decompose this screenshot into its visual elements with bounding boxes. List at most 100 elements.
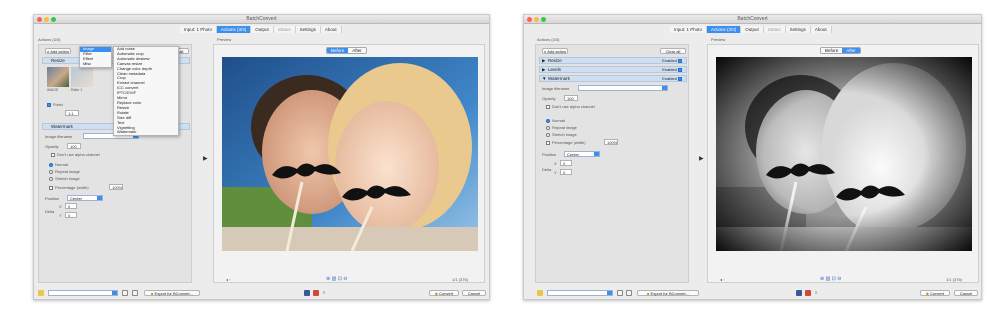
- tab-actions[interactable]: Actions (3/3): [217, 26, 252, 33]
- left-window: BatchConvert Input: 1 Photo Actions (3/3…: [33, 14, 490, 300]
- normal-radio[interactable]: [49, 162, 53, 167]
- alpha-option[interactable]: Don't use alpha channel: [51, 152, 100, 157]
- position-select[interactable]: Center: [564, 151, 600, 157]
- ratio-field[interactable]: 1:1: [65, 110, 79, 116]
- convert-button[interactable]: ◆ Convert: [920, 290, 950, 296]
- section-watermark[interactable]: ▼ Watermark Enabled: [539, 75, 687, 82]
- thumbnail-image[interactable]: [47, 67, 69, 87]
- mode-normal[interactable]: Normal: [49, 162, 68, 167]
- alpha-checkbox[interactable]: [51, 152, 55, 157]
- enabled-toggle[interactable]: Enabled: [662, 76, 684, 82]
- stretch-radio[interactable]: [49, 176, 53, 181]
- image-select[interactable]: [578, 85, 668, 91]
- submenu-item[interactable]: Watermark: [114, 130, 178, 135]
- before-button[interactable]: Before: [327, 48, 349, 53]
- tab-settings[interactable]: Settings: [295, 26, 321, 33]
- after-button[interactable]: After: [842, 48, 860, 53]
- stretch-radio[interactable]: [546, 132, 550, 137]
- percentage-checkbox[interactable]: [49, 185, 53, 190]
- mode-repeat[interactable]: Repeat image: [546, 125, 577, 130]
- thumbnail-image-2[interactable]: [71, 67, 93, 87]
- enabled-checkbox[interactable]: [678, 76, 682, 81]
- title-bar[interactable]: BatchConvert: [34, 15, 489, 24]
- copy-icon[interactable]: [617, 290, 623, 296]
- collapse-arrow-icon[interactable]: ▶: [699, 155, 704, 162]
- cancel-button[interactable]: Cancel: [954, 290, 978, 296]
- google-plus-icon[interactable]: [313, 290, 319, 296]
- tab-input[interactable]: Input: 1 Photo: [180, 26, 218, 33]
- repeat-radio[interactable]: [546, 125, 550, 130]
- enabled-toggle[interactable]: Enabled: [662, 58, 684, 64]
- tab-actions[interactable]: Actions (3/3): [707, 26, 742, 33]
- export-button[interactable]: ■ Export for BConvert...: [637, 290, 699, 296]
- mode-normal[interactable]: Normal: [546, 118, 565, 123]
- section-resize[interactable]: ▶ Resize Enabled: [539, 57, 687, 64]
- expand-arrow-icon[interactable]: ▶: [542, 67, 545, 73]
- convert-button[interactable]: ◆ Convert: [429, 290, 459, 296]
- percentage-field[interactable]: 100%: [109, 184, 123, 190]
- folder-icon[interactable]: [38, 290, 44, 296]
- tab-status[interactable]: Status: [273, 26, 296, 33]
- title-bar[interactable]: BatchConvert: [524, 15, 981, 24]
- facebook-icon[interactable]: [304, 290, 310, 296]
- mode-stretch[interactable]: Stretch image: [49, 176, 80, 181]
- export-button[interactable]: ■ Export for BConvert...: [144, 290, 200, 296]
- x-field[interactable]: 0: [65, 203, 77, 209]
- tab-input[interactable]: Input: 1 Photo: [670, 26, 708, 33]
- before-button[interactable]: Before: [821, 48, 843, 53]
- after-button[interactable]: After: [348, 48, 366, 53]
- mode-stretch[interactable]: Stretch image: [546, 132, 577, 137]
- opacity-field[interactable]: 100: [67, 143, 81, 149]
- tab-output[interactable]: Output: [741, 26, 764, 33]
- mode-fixed[interactable]: Fixed: [47, 102, 63, 107]
- folder-icon[interactable]: [537, 290, 543, 296]
- opacity-field[interactable]: 100: [564, 95, 578, 101]
- tab-output[interactable]: Output: [251, 26, 274, 33]
- delta-label: Delta: [542, 167, 552, 172]
- alpha-option[interactable]: Don't use alpha channel: [546, 104, 595, 109]
- percentage-option[interactable]: Percentage (width): [546, 140, 586, 145]
- collapse-arrow-icon[interactable]: ▼: [542, 76, 546, 82]
- cancel-button[interactable]: Cancel: [462, 290, 486, 296]
- alpha-checkbox[interactable]: [546, 104, 550, 109]
- y-field[interactable]: 0: [65, 212, 77, 218]
- preset-select[interactable]: [48, 290, 118, 296]
- google-plus-icon[interactable]: [805, 290, 811, 296]
- menu-item-misc[interactable]: Misc: [80, 61, 111, 67]
- y-field[interactable]: 0: [560, 169, 572, 175]
- percentage-field[interactable]: 100%: [604, 139, 618, 145]
- list-icon[interactable]: [626, 290, 632, 296]
- zoom-slider-icon[interactable]: ◂ ◦: [720, 277, 725, 282]
- enabled-checkbox[interactable]: [678, 67, 682, 72]
- percentage-checkbox[interactable]: [546, 140, 550, 145]
- clear-all-button[interactable]: Clear all: [660, 48, 686, 54]
- tab-settings[interactable]: Settings: [785, 26, 811, 33]
- more-icon[interactable]: ≡: [323, 290, 325, 295]
- zoom-slider-icon[interactable]: ◂ ◦: [226, 277, 231, 282]
- more-icon[interactable]: ≡: [815, 290, 817, 295]
- collapse-arrow-icon[interactable]: ▶: [203, 155, 208, 162]
- y-label: Y: [59, 213, 62, 218]
- add-action-button[interactable]: ● Add action: [542, 48, 568, 54]
- enabled-checkbox[interactable]: [678, 58, 682, 63]
- add-action-button[interactable]: ● Add action: [45, 48, 71, 54]
- view-controls-icon[interactable]: ⊕ ▥ ⊡ ⊖: [326, 276, 347, 282]
- mode-repeat[interactable]: Repeat image: [49, 169, 80, 174]
- x-field[interactable]: 0: [560, 160, 572, 166]
- preset-select[interactable]: [547, 290, 613, 296]
- tab-about[interactable]: About: [810, 26, 832, 33]
- facebook-icon[interactable]: [796, 290, 802, 296]
- list-icon[interactable]: [132, 290, 138, 296]
- normal-radio[interactable]: [546, 118, 550, 123]
- repeat-radio[interactable]: [49, 169, 53, 174]
- tab-status[interactable]: Status: [763, 26, 786, 33]
- fixed-checkbox[interactable]: [47, 102, 51, 107]
- position-select[interactable]: Center: [67, 195, 103, 201]
- percentage-option[interactable]: Percentage (width): [49, 185, 89, 190]
- expand-arrow-icon[interactable]: ▶: [542, 58, 545, 64]
- tab-about[interactable]: About: [320, 26, 342, 33]
- enabled-toggle[interactable]: Enabled: [662, 67, 684, 73]
- copy-icon[interactable]: [122, 290, 128, 296]
- section-levels[interactable]: ▶ Levels Enabled: [539, 66, 687, 73]
- view-controls-icon[interactable]: ⊕ ▥ ⊡ ⊖: [820, 276, 841, 282]
